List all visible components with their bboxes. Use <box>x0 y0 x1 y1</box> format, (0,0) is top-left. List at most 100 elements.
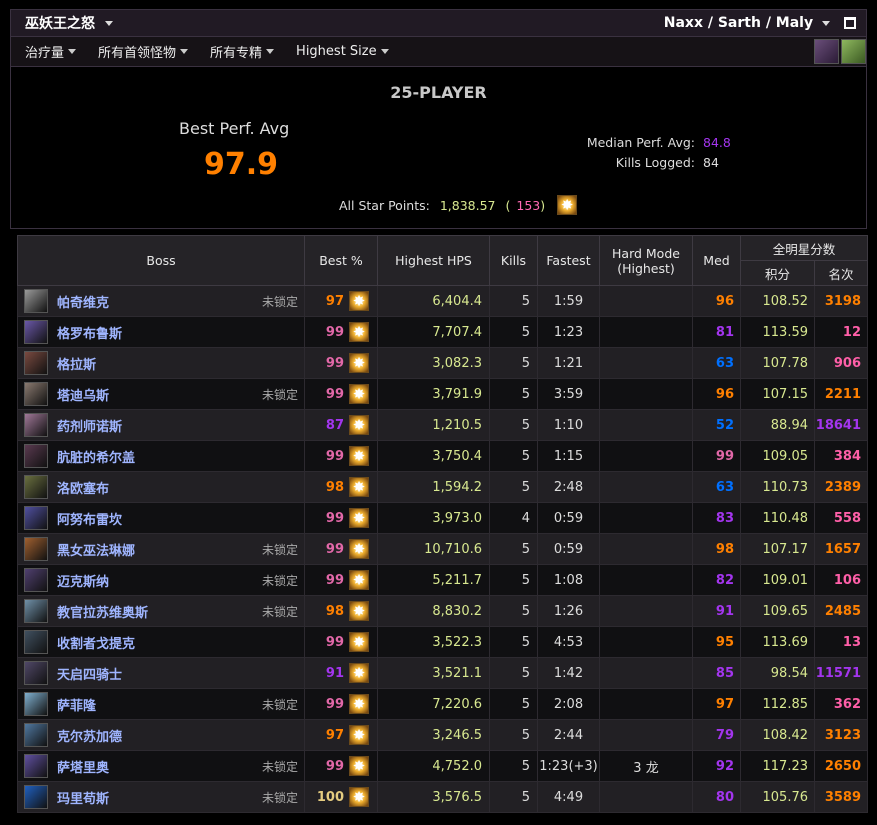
allstar-rank[interactable]: 3123 <box>813 719 869 751</box>
header-kills[interactable]: Kills <box>489 235 538 286</box>
allstar-rank[interactable]: 1657 <box>813 533 869 565</box>
hard-mode <box>599 595 693 627</box>
boss-link[interactable]: 玛里苟斯 <box>57 788 109 807</box>
fastest: 0:59 <box>537 533 600 565</box>
maximize-icon[interactable] <box>844 17 856 29</box>
header-rank[interactable]: 名次 <box>813 260 869 286</box>
allstar-rank[interactable]: 18641 <box>813 409 869 441</box>
kills-label: Kills Logged: <box>615 155 695 170</box>
unlocked-label: 未锁定 <box>261 542 298 557</box>
star-icon <box>349 446 369 466</box>
boss-portrait-icon <box>24 537 48 561</box>
boss-link[interactable]: 教官拉苏维奥斯 <box>57 602 148 621</box>
kills: 5 <box>489 750 538 782</box>
boss-link[interactable]: 洛欧塞布 <box>57 478 109 497</box>
boss-cell: 萨塔里奥 未锁定 <box>17 750 305 782</box>
best-percent: 99 <box>325 510 344 526</box>
allstar-rank[interactable]: 3198 <box>813 285 869 317</box>
boss-cell: 迈克斯纳 未锁定 <box>17 564 305 596</box>
boss-link[interactable]: 药剂师诺斯 <box>57 416 122 435</box>
boss-cell: 萨菲隆 未锁定 <box>17 688 305 720</box>
zone-selector[interactable]: Naxx / Sarth / Maly <box>664 15 830 31</box>
header-fastest[interactable]: Fastest <box>537 235 600 286</box>
table-row: 黑女巫法琳娜 未锁定 99 10,710.650:59 98107.171657 <box>17 533 869 565</box>
highest-hps: 3,082.3 <box>377 347 490 379</box>
allstar-points: 107.78 <box>740 347 815 379</box>
allstar-rank[interactable]: 558 <box>813 502 869 534</box>
best-cell: 97 <box>304 719 378 751</box>
filter-size[interactable]: Highest Size <box>296 44 389 59</box>
allstar-rank[interactable]: 3589 <box>813 781 869 813</box>
allstar-rank[interactable]: 362 <box>813 688 869 720</box>
table-row: 萨菲隆 未锁定 99 7,220.652:08 97112.85362 <box>17 688 869 720</box>
raid-group-icon[interactable] <box>814 39 839 64</box>
fastest: 1:42 <box>537 657 600 689</box>
star-icon <box>349 384 369 404</box>
allstar-points: 105.76 <box>740 781 815 813</box>
table-row: 萨塔里奥 未锁定 99 4,752.051:23(+3)3 龙92117.232650 <box>17 750 869 782</box>
table-row: 玛里苟斯 未锁定 100 3,576.554:49 80105.763589 <box>17 781 869 813</box>
allstar-rank[interactable]: 384 <box>813 440 869 472</box>
boss-link[interactable]: 萨塔里奥 <box>57 757 109 776</box>
boss-link[interactable]: 格罗布鲁斯 <box>57 323 122 342</box>
filter-bosses[interactable]: 所有首领怪物 <box>98 42 189 61</box>
star-icon <box>349 508 369 528</box>
best-perf-label: Best Perf. Avg <box>179 119 290 138</box>
header-med[interactable]: Med <box>692 235 741 286</box>
boss-link[interactable]: 塔迪乌斯 <box>57 385 109 404</box>
boss-link[interactable]: 黑女巫法琳娜 <box>57 540 135 559</box>
fastest: 2:44 <box>537 719 600 751</box>
fastest: 0:59 <box>537 502 600 534</box>
allstar-rank[interactable]: 11571 <box>813 657 869 689</box>
allstar-rank[interactable]: 13 <box>813 626 869 658</box>
allstar-rank[interactable]: 2389 <box>813 471 869 503</box>
header-hps[interactable]: Highest HPS <box>377 235 490 286</box>
allstar-rank[interactable]: 2211 <box>813 378 869 410</box>
best-cell: 99 <box>304 502 378 534</box>
star-icon <box>349 663 369 683</box>
allstar-rank[interactable]: 12 <box>813 316 869 348</box>
boss-portrait-icon <box>24 630 48 654</box>
header-allstar: 全明星分数 <box>739 235 869 261</box>
boss-link[interactable]: 天启四骑士 <box>57 664 122 683</box>
boss-link[interactable]: 肮脏的希尔盖 <box>57 447 135 466</box>
header-best[interactable]: Best % <box>304 235 378 286</box>
allstar-rank[interactable]: 2650 <box>813 750 869 782</box>
key-icon[interactable] <box>841 39 866 64</box>
best-percent: 99 <box>325 634 344 650</box>
allstar-points: 107.15 <box>740 378 815 410</box>
fastest: 1:26 <box>537 595 600 627</box>
best-cell: 98 <box>304 595 378 627</box>
kills: 5 <box>489 533 538 565</box>
table-row: 洛欧塞布 98 1,594.252:48 63110.732389 <box>17 471 869 503</box>
boss-cell: 克尔苏加德 <box>17 719 305 751</box>
star-icon <box>349 694 369 714</box>
paren-open: ( <box>505 197 511 213</box>
star-icon <box>349 601 369 621</box>
filter-label: 所有专精 <box>210 46 263 61</box>
boss-link[interactable]: 阿努布雷坎 <box>57 509 122 528</box>
allstar-rank[interactable]: 2485 <box>813 595 869 627</box>
header-hard-mode[interactable]: Hard Mode (Highest) <box>599 235 693 286</box>
boss-link[interactable]: 格拉斯 <box>57 354 96 373</box>
boss-link[interactable]: 克尔苏加德 <box>57 726 122 745</box>
boss-link[interactable]: 萨菲隆 <box>57 695 96 714</box>
hard-mode <box>599 626 693 658</box>
allstar-rank[interactable]: 106 <box>813 564 869 596</box>
boss-link[interactable]: 迈克斯纳 <box>57 571 109 590</box>
median: 83 <box>692 502 741 534</box>
filter-specs[interactable]: 所有专精 <box>210 42 275 61</box>
best-percent: 99 <box>325 758 344 774</box>
expansion-selector[interactable]: 巫妖王之怒 <box>25 13 113 33</box>
highest-hps: 3,791.9 <box>377 378 490 410</box>
boss-link[interactable]: 收割者戈提克 <box>57 633 135 652</box>
allstar-rank[interactable]: 906 <box>813 347 869 379</box>
allstar-points: 108.42 <box>740 719 815 751</box>
hard-mode <box>599 502 693 534</box>
header-boss[interactable]: Boss <box>17 235 305 286</box>
boss-link[interactable]: 帕奇维克 <box>57 292 109 311</box>
header-points[interactable]: 积分 <box>740 260 815 286</box>
star-icon <box>557 195 578 215</box>
allstar-points: 113.69 <box>740 626 815 658</box>
filter-metric[interactable]: 治疗量 <box>25 42 77 61</box>
